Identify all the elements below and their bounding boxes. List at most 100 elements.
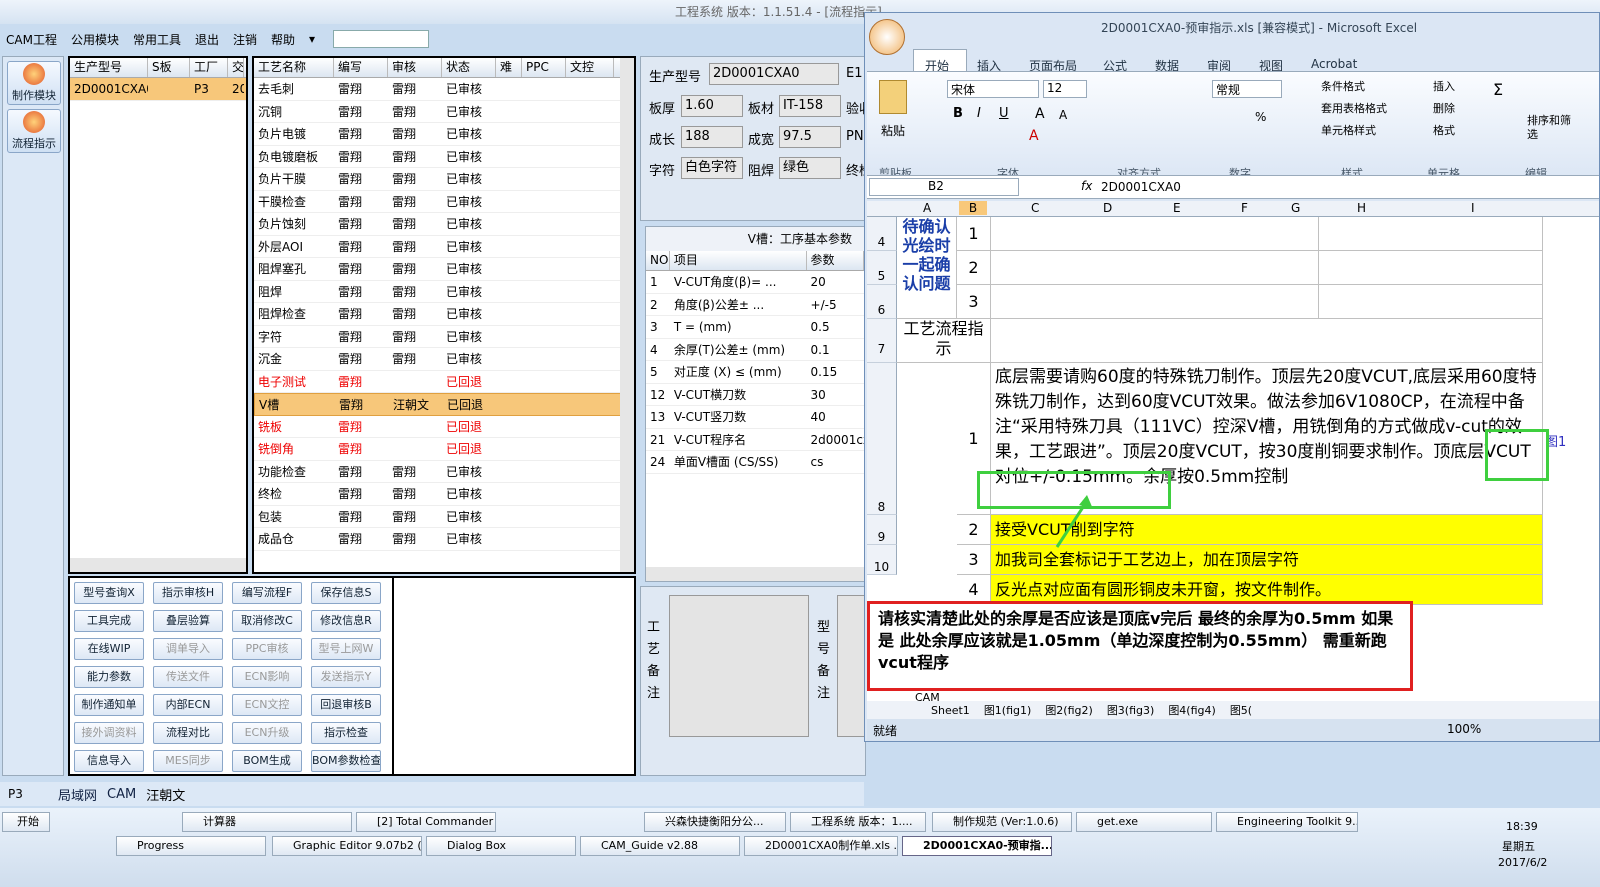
process-row[interactable]: 沉铜 雷翔 雷翔 已审核 bbox=[254, 101, 634, 123]
model-remark-field[interactable] bbox=[837, 595, 865, 737]
vcut-row[interactable]: 12 V-CUT横刀数 30 bbox=[646, 384, 864, 406]
paste-icon[interactable] bbox=[879, 80, 907, 114]
sheet-tab[interactable]: Sheet1 bbox=[931, 704, 970, 717]
process-row[interactable]: 干膜检查 雷翔 雷翔 已审核 bbox=[254, 191, 634, 213]
formula-input[interactable]: 2D0001CXA0 bbox=[1101, 180, 1181, 194]
vcut-row[interactable]: 3T = (mm) 0.5 bbox=[646, 316, 864, 339]
menu-combo-box[interactable] bbox=[333, 30, 430, 48]
taskbar-button[interactable]: CAM_Guide v2.88 bbox=[580, 836, 740, 856]
action-button[interactable]: 指示检查 bbox=[311, 722, 381, 744]
process-row[interactable]: 包装 雷翔 雷翔 已审核 bbox=[254, 506, 634, 528]
vcut-row[interactable]: 1 V-CUT角度(β)= ... 20 bbox=[646, 271, 864, 294]
sheet-tab[interactable]: 图1(fig1) bbox=[984, 702, 1032, 718]
action-button[interactable]: 能力参数 bbox=[74, 666, 144, 688]
taskbar-button[interactable]: [2] Total Commander ... bbox=[356, 812, 496, 832]
zoom-level[interactable]: 100% bbox=[1447, 722, 1481, 736]
action-button[interactable]: 回退审核B bbox=[311, 694, 381, 716]
bold-icon[interactable]: B bbox=[953, 106, 963, 121]
vcut-row[interactable]: 24 单面V槽面 (CS/SS) cs bbox=[646, 451, 864, 474]
sum-icon[interactable]: Σ bbox=[1493, 80, 1503, 99]
action-button[interactable]: 制作通知单 bbox=[74, 694, 144, 716]
process-row[interactable]: 阻焊 雷翔 雷翔 已审核 bbox=[254, 281, 634, 303]
process-row[interactable]: 去毛刺 雷翔 雷翔 已审核 bbox=[254, 78, 634, 101]
cell-style-button[interactable]: 单元格样式 bbox=[1321, 122, 1376, 138]
action-button[interactable]: 传送文件 bbox=[153, 666, 223, 688]
underline-icon[interactable]: U bbox=[999, 106, 1009, 121]
taskbar-button[interactable]: 制作规范 (Ver:1.0.6) bbox=[932, 812, 1072, 832]
sheet-tab[interactable]: 图4(fig4) bbox=[1168, 702, 1216, 718]
vertical-scrollbar[interactable] bbox=[620, 58, 634, 572]
action-button[interactable]: 型号查询X bbox=[74, 582, 144, 604]
table-format-button[interactable]: 套用表格格式 bbox=[1321, 100, 1387, 116]
menu-common-module[interactable]: 公用模块 bbox=[71, 31, 119, 48]
office-button[interactable] bbox=[869, 19, 905, 55]
action-button[interactable]: 流程对比 bbox=[153, 722, 223, 744]
taskbar-button[interactable]: 工程系统 版本：1.... bbox=[790, 812, 926, 832]
shrink-font-icon[interactable]: A bbox=[1059, 108, 1067, 122]
thickness-field[interactable]: 1.60 bbox=[681, 95, 743, 117]
font-size-box[interactable]: 12 bbox=[1043, 80, 1087, 98]
process-row[interactable]: V槽 雷翔 汪朝文 已回退 bbox=[254, 393, 634, 416]
action-button[interactable]: BOM参数检查 bbox=[311, 750, 381, 772]
taskbar-button[interactable]: 计算器 bbox=[182, 812, 352, 832]
process-row[interactable]: 负片蚀刻 雷翔 雷翔 已审核 bbox=[254, 213, 634, 236]
make-module-button[interactable]: 制作模块 bbox=[7, 61, 61, 105]
process-row[interactable]: 负片电镀 雷翔 雷翔 已审核 bbox=[254, 123, 634, 146]
vcut-row[interactable]: 5 对正度 (X) ≤ (mm) 0.15 bbox=[646, 361, 864, 384]
process-row[interactable]: 沉金 雷翔 雷翔 已审核 bbox=[254, 348, 634, 371]
action-button[interactable]: 接外调资料 bbox=[74, 722, 144, 744]
process-row[interactable]: 铣倒角 雷翔 已回退 bbox=[254, 438, 634, 461]
process-row[interactable]: 成品仓 雷翔 雷翔 已审核 bbox=[254, 528, 634, 551]
menu-help[interactable]: 帮助 bbox=[271, 31, 295, 48]
font-name-box[interactable]: 宋体 bbox=[947, 80, 1039, 98]
format-cells-button[interactable]: 格式 bbox=[1433, 122, 1455, 138]
action-button[interactable]: 工具完成 bbox=[74, 610, 144, 632]
action-button[interactable]: 在线WIP bbox=[74, 638, 144, 660]
model-field[interactable]: 2D0001CXA0 bbox=[709, 63, 839, 85]
char-field[interactable]: 白色字符 bbox=[681, 157, 743, 179]
action-button[interactable]: PPC审核 bbox=[232, 638, 302, 660]
process-row[interactable]: 负电镀磨板 雷翔 雷翔 已审核 bbox=[254, 146, 634, 168]
process-row[interactable]: 铣板 雷翔 已回退 bbox=[254, 416, 634, 438]
action-button[interactable]: 取消修改C bbox=[232, 610, 302, 632]
action-button[interactable]: 编写流程F bbox=[232, 582, 302, 604]
vcut-row[interactable]: 4 余厚(T)公差± (mm) 0.1 bbox=[646, 339, 864, 361]
action-button[interactable]: 信息导入 bbox=[74, 750, 144, 772]
action-button[interactable]: 修改信息R bbox=[311, 610, 381, 632]
process-row[interactable]: 负片干膜 雷翔 雷翔 已审核 bbox=[254, 168, 634, 191]
length-field[interactable]: 188 bbox=[681, 126, 743, 148]
process-row[interactable]: 功能检查 雷翔 雷翔 已审核 bbox=[254, 461, 634, 483]
material-field[interactable]: IT-158 bbox=[779, 95, 841, 117]
tab-acrobat[interactable]: Acrobat bbox=[1311, 57, 1357, 71]
fx-icon[interactable]: fx bbox=[1081, 179, 1092, 193]
action-button[interactable]: 调单导入 bbox=[153, 638, 223, 660]
action-button[interactable]: MES同步 bbox=[153, 750, 223, 772]
chevron-down-icon[interactable]: ▾ bbox=[309, 32, 315, 46]
name-box[interactable]: B2 bbox=[869, 178, 1019, 196]
taskbar-button[interactable]: 兴森快捷衡阳分公... bbox=[644, 812, 786, 832]
process-row[interactable]: 字符 雷翔 雷翔 已审核 bbox=[254, 326, 634, 348]
taskbar-button[interactable]: Graphic Editor 9.07b2 (0... bbox=[272, 836, 422, 856]
process-row[interactable]: 阻焊塞孔 雷翔 雷翔 已审核 bbox=[254, 258, 634, 281]
insert-cells-button[interactable]: 插入 bbox=[1433, 78, 1455, 94]
sheet-tab[interactable]: 图2(fig2) bbox=[1045, 702, 1093, 718]
taskbar-button[interactable]: Engineering Toolkit 9.... bbox=[1216, 812, 1358, 832]
taskbar-button[interactable]: Dialog Box bbox=[426, 836, 576, 856]
process-row[interactable]: 电子测试 雷翔 已回退 bbox=[254, 371, 634, 393]
taskbar-button[interactable]: 2D0001CXA0制作单.xls ... bbox=[744, 836, 898, 856]
menu-exit[interactable]: 退出 bbox=[195, 31, 219, 48]
taskbar-button[interactable]: 2D0001CXA0-预审指... bbox=[902, 836, 1052, 856]
conditional-format-button[interactable]: 条件格式 bbox=[1321, 78, 1365, 94]
font-color-icon[interactable]: A bbox=[1029, 128, 1039, 144]
delete-cells-button[interactable]: 删除 bbox=[1433, 100, 1455, 116]
action-button[interactable]: 型号上网W bbox=[311, 638, 381, 660]
grow-font-icon[interactable]: A bbox=[1035, 106, 1045, 122]
vcut-row[interactable]: 21V-CUT程序名2d0001cx bbox=[646, 429, 864, 451]
vcut-row[interactable]: 13 V-CUT竖刀数 40 bbox=[646, 406, 864, 429]
italic-icon[interactable]: I bbox=[977, 106, 981, 121]
action-button[interactable]: 发送指示Y bbox=[311, 666, 381, 688]
tab-lan[interactable]: 局域网 bbox=[58, 785, 97, 804]
action-button[interactable]: ECN文控 bbox=[232, 694, 302, 716]
menu-cam[interactable]: CAM工程 bbox=[6, 31, 57, 48]
plant-combo[interactable]: P3 bbox=[8, 787, 48, 801]
